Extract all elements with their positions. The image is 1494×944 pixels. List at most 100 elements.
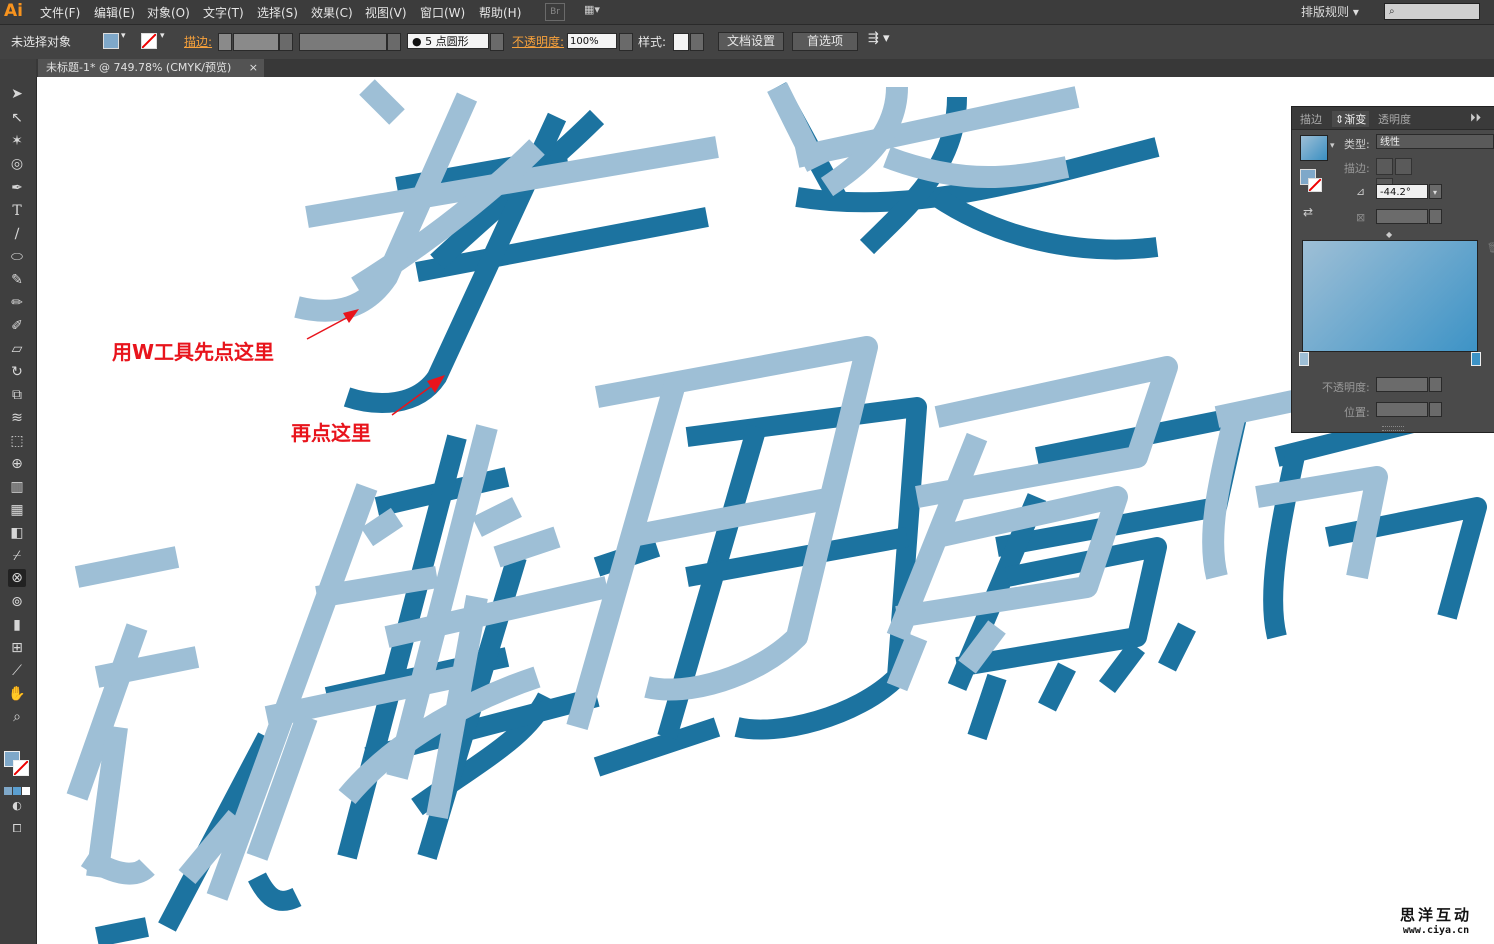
aspect-ratio-input[interactable] bbox=[1376, 209, 1428, 224]
type-tool-icon[interactable]: T bbox=[8, 202, 26, 220]
ellipse-tool-icon[interactable]: ⬭ bbox=[8, 248, 26, 266]
menu-view[interactable]: 视图(V) bbox=[365, 4, 407, 21]
workspace-switcher[interactable]: 排版规则 ▾ bbox=[1301, 3, 1359, 20]
tab-stroke[interactable]: 描边 bbox=[1300, 111, 1322, 127]
draw-mode-icon[interactable]: ◐ bbox=[8, 797, 26, 815]
shape-builder-tool-icon[interactable]: ⊕ bbox=[8, 455, 26, 473]
panel-collapse-icon[interactable]: ⏵⏵ bbox=[1470, 111, 1481, 125]
menu-object[interactable]: 对象(O) bbox=[147, 4, 190, 21]
selection-tool-icon[interactable]: ➤ bbox=[8, 85, 26, 103]
stop-position-dropdown[interactable] bbox=[1429, 402, 1442, 417]
profile-dropdown[interactable] bbox=[387, 33, 401, 51]
delete-stop-icon[interactable]: 🗑 bbox=[1487, 243, 1494, 254]
tab-transparency[interactable]: 透明度 bbox=[1378, 111, 1411, 127]
gradient-stop-start[interactable] bbox=[1299, 352, 1309, 366]
menu-file[interactable]: 文件(F) bbox=[40, 4, 80, 21]
brush-label: 5 点圆形 bbox=[425, 35, 469, 48]
stop-opacity-dropdown[interactable] bbox=[1429, 377, 1442, 392]
magic-wand-tool-icon[interactable]: ✶ bbox=[8, 132, 26, 150]
arrange-documents-icon[interactable]: ▦▾ bbox=[584, 3, 612, 19]
angle-input[interactable]: -44.2° bbox=[1376, 184, 1428, 199]
document-tab[interactable]: 未标题-1* @ 749.78% (CMYK/预览) × bbox=[38, 59, 264, 77]
gradient-preview-swatch[interactable] bbox=[1300, 135, 1328, 161]
menu-help[interactable]: 帮助(H) bbox=[479, 4, 521, 21]
reverse-gradient-icon[interactable]: ⇄ bbox=[1303, 205, 1313, 219]
arrange-options-icon[interactable]: ⇶ ▾ bbox=[868, 31, 890, 46]
menu-window[interactable]: 窗口(W) bbox=[420, 4, 465, 21]
style-dropdown[interactable] bbox=[690, 33, 704, 51]
stroke-weight-stepper[interactable] bbox=[218, 33, 232, 51]
stroke-weight-dropdown[interactable] bbox=[279, 33, 293, 51]
stroke-weight-input[interactable] bbox=[233, 33, 279, 51]
pen-tool-icon[interactable]: ✒ bbox=[8, 179, 26, 197]
width-tool-icon[interactable]: ⊗ bbox=[8, 569, 26, 587]
none-stroke-icon bbox=[13, 760, 29, 776]
free-transform-tool-icon[interactable]: ⬚ bbox=[8, 432, 26, 450]
gradient-type-select[interactable]: 线性 bbox=[1376, 134, 1494, 149]
warp-tool-icon[interactable]: ≋ bbox=[8, 409, 26, 427]
perspective-grid-tool-icon[interactable]: ▥ bbox=[8, 478, 26, 496]
eraser-tool-icon[interactable]: ▱ bbox=[8, 340, 26, 358]
opacity-dropdown[interactable] bbox=[619, 33, 633, 51]
variable-width-profile[interactable] bbox=[299, 33, 387, 51]
stroke-label[interactable]: 描边: bbox=[184, 33, 212, 50]
paintbrush-tool-icon[interactable]: ✎ bbox=[8, 271, 26, 289]
eyedropper-tool-icon[interactable]: ⌿ bbox=[8, 547, 26, 565]
aspect-ratio-dropdown[interactable] bbox=[1429, 209, 1442, 224]
watermark-url: www.ciya.cn bbox=[1402, 925, 1470, 936]
artwork bbox=[66, 79, 1487, 944]
brush-definition[interactable]: ● 5 点圆形 bbox=[407, 33, 489, 49]
direct-selection-tool-icon[interactable]: ↖ bbox=[8, 109, 26, 127]
blob-brush-tool-icon[interactable]: ✐ bbox=[8, 317, 26, 335]
zoom-tool-icon[interactable]: ⌕ bbox=[8, 708, 26, 726]
app-logo: Ai bbox=[4, 1, 23, 21]
opacity-label[interactable]: 不透明度: bbox=[512, 33, 564, 50]
menu-edit[interactable]: 编辑(E) bbox=[94, 4, 135, 21]
artboard-tool-icon[interactable]: ⊞ bbox=[8, 639, 26, 657]
menu-type[interactable]: 文字(T) bbox=[203, 4, 244, 21]
mesh-tool-icon[interactable]: ▦ bbox=[8, 501, 26, 519]
color-mode-icons[interactable] bbox=[4, 784, 32, 795]
graphic-style-swatch[interactable] bbox=[673, 33, 689, 51]
scale-tool-icon[interactable]: ⧉ bbox=[8, 386, 26, 404]
stop-position-input[interactable] bbox=[1376, 402, 1428, 417]
gradient-slider-preview[interactable] bbox=[1302, 240, 1478, 352]
stroke-dropdown-icon[interactable]: ▾ bbox=[160, 31, 165, 41]
stroke-gradient-icon[interactable] bbox=[1308, 178, 1322, 192]
document-setup-button[interactable]: 文档设置 bbox=[718, 32, 784, 51]
menu-select[interactable]: 选择(S) bbox=[257, 4, 298, 21]
lasso-tool-icon[interactable]: ◎ bbox=[8, 155, 26, 173]
symbol-sprayer-tool-icon[interactable]: ⊚ bbox=[8, 593, 26, 611]
fill-dropdown-icon[interactable]: ▾ bbox=[121, 31, 126, 41]
opacity-input[interactable]: 100% bbox=[567, 33, 617, 49]
search-input[interactable]: ⌕ bbox=[1384, 3, 1480, 20]
angle-dropdown[interactable]: ▾ bbox=[1429, 184, 1442, 199]
gradient-stop-end[interactable] bbox=[1471, 352, 1481, 366]
gradient-tool-icon[interactable]: ◧ bbox=[8, 524, 26, 542]
pencil-tool-icon[interactable]: ✏ bbox=[8, 294, 26, 312]
line-tool-icon[interactable]: ∕ bbox=[8, 225, 26, 243]
gradient-type-value: 线性 bbox=[1380, 137, 1400, 148]
bridge-button[interactable]: Br bbox=[545, 3, 565, 21]
search-icon: ⌕ bbox=[1389, 6, 1395, 17]
stroke-gradient-options[interactable] bbox=[1376, 158, 1430, 195]
menu-effect[interactable]: 效果(C) bbox=[311, 4, 353, 21]
stop-opacity-input[interactable] bbox=[1376, 377, 1428, 392]
gradient-swatch-dropdown-icon[interactable]: ▾ bbox=[1330, 141, 1335, 151]
column-graph-tool-icon[interactable]: ▮ bbox=[8, 616, 26, 634]
slice-tool-icon[interactable]: ⟋ bbox=[8, 662, 26, 680]
rotate-tool-icon[interactable]: ↻ bbox=[8, 363, 26, 381]
panel-resize-grip[interactable] bbox=[1382, 426, 1404, 431]
selection-status: 未选择对象 bbox=[11, 35, 72, 49]
artboard-canvas[interactable] bbox=[37, 77, 1494, 944]
hand-tool-icon[interactable]: ✋ bbox=[8, 685, 26, 703]
screen-mode-icon[interactable]: ⧠ bbox=[8, 820, 26, 838]
close-icon[interactable]: × bbox=[249, 59, 258, 77]
midpoint-diamond-icon[interactable]: ◆ bbox=[1386, 230, 1392, 239]
preferences-button[interactable]: 首选项 bbox=[792, 32, 858, 51]
tab-gradient[interactable]: ⇕渐变 bbox=[1332, 111, 1370, 127]
stroke-color-icon[interactable] bbox=[13, 760, 29, 776]
fill-swatch[interactable] bbox=[103, 33, 119, 49]
stroke-swatch[interactable] bbox=[141, 33, 157, 49]
brush-dropdown[interactable] bbox=[490, 33, 504, 51]
